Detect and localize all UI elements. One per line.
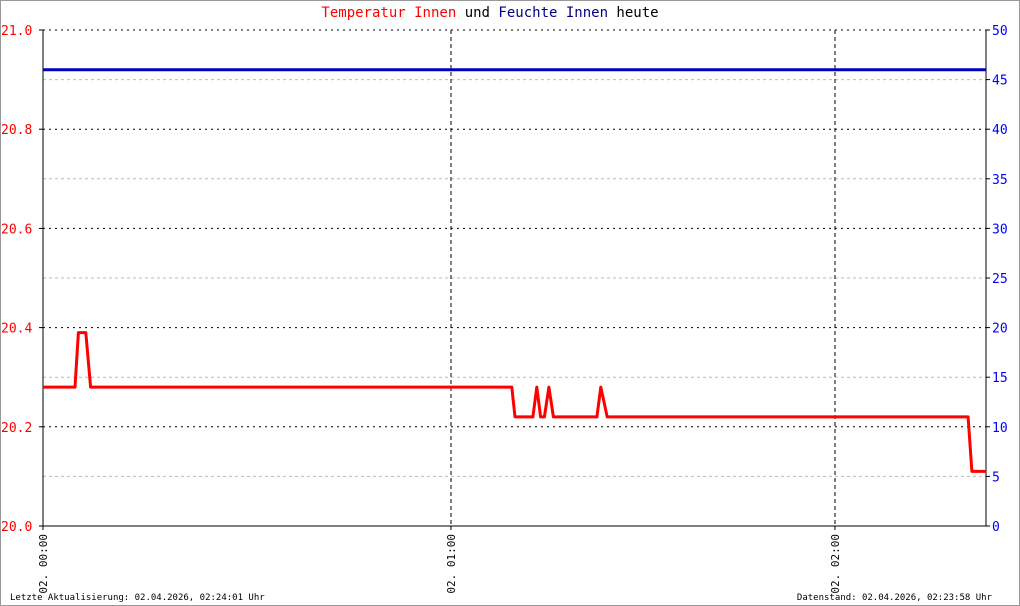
left-tick-label: 20.0 — [1, 520, 32, 535]
x-tick-label: 02. 02:00 — [829, 534, 842, 594]
right-tick-label: 0 — [992, 520, 1000, 535]
right-tick-label: 30 — [992, 222, 1008, 237]
right-tick-label: 5 — [992, 470, 1000, 485]
last-update: Letzte Aktualisierung: 02.04.2026, 02:24… — [10, 593, 265, 603]
right-tick-label: 20 — [992, 322, 1008, 337]
right-tick-label: 50 — [992, 24, 1008, 39]
left-tick-label: 20.6 — [1, 222, 32, 237]
line-chart: 0 5 10 15 20 25 30 35 40 45 50 20.0 20.2 20.4 20.6 20.8… — [1, 24, 1008, 594]
right-tick-label: 45 — [992, 74, 1008, 89]
right-tick-label: 35 — [992, 173, 1008, 188]
left-tick-label: 20.2 — [1, 421, 32, 436]
right-tick-label: 10 — [992, 421, 1008, 436]
right-tick-label: 40 — [992, 123, 1008, 138]
left-tick-label: 20.8 — [1, 123, 32, 138]
temperature-line — [43, 331, 986, 473]
right-tick-label: 15 — [992, 371, 1008, 386]
x-tick-label: 02. 01:00 — [445, 534, 458, 594]
right-tick-label: 25 — [992, 272, 1008, 287]
left-tick-label: 20.4 — [1, 322, 32, 337]
left-tick-label: 21.0 — [1, 24, 32, 39]
data-timestamp: Datenstand: 02.04.2026, 02:23:58 Uhr — [796, 593, 992, 603]
x-tick-label: 02. 00:00 — [37, 534, 50, 594]
